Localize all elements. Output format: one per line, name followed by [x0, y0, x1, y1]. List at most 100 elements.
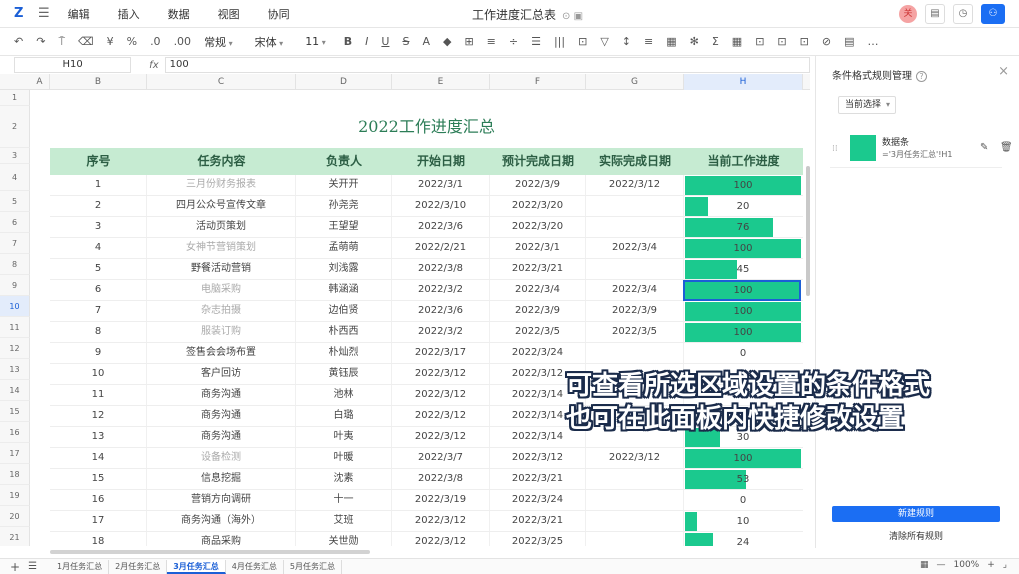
cell-start[interactable]: 2022/3/8 — [392, 469, 490, 489]
cell-owner[interactable]: 白璐 — [296, 406, 392, 426]
cell-start[interactable]: 2022/3/12 — [392, 532, 490, 546]
cell-task[interactable]: 商品采购 — [147, 532, 296, 546]
cell-progress[interactable]: 76 — [685, 218, 801, 237]
cell-owner[interactable]: 艾班 — [296, 511, 392, 531]
sheet-list-icon[interactable]: ☰ — [28, 561, 37, 572]
cell-owner[interactable]: 关开开 — [296, 175, 392, 195]
cell-start[interactable]: 2022/3/7 — [392, 448, 490, 468]
cell-task[interactable]: 签售会会场布置 — [147, 343, 296, 363]
cell-no[interactable]: 12 — [50, 406, 147, 426]
underline-button[interactable]: U — [381, 35, 389, 48]
row-header[interactable]: 21 — [0, 527, 30, 546]
zoom-in-icon[interactable]: + — [987, 560, 995, 570]
cell-actual[interactable] — [586, 469, 684, 489]
cell-plan[interactable]: 2022/3/4 — [490, 280, 586, 300]
cell-no[interactable]: 17 — [50, 511, 147, 531]
cell-progress[interactable]: 100 — [685, 302, 801, 321]
cell-task[interactable]: 商务沟通 — [147, 406, 296, 426]
clear-all-rules-button[interactable]: 清除所有规则 — [832, 529, 1000, 542]
column-header[interactable]: H — [684, 74, 803, 90]
edit-icon[interactable]: ✎ — [980, 142, 988, 153]
sheet-tab[interactable]: 2月任务汇总 — [109, 559, 168, 574]
cell-start[interactable]: 2022/3/12 — [392, 427, 490, 447]
conditional-format-icon[interactable]: ≡ — [644, 35, 653, 48]
column-title-cell[interactable]: 开始日期 — [392, 148, 490, 175]
font-color-button[interactable]: A — [422, 35, 430, 48]
cell-progress[interactable]: 0 — [685, 344, 801, 363]
cell-progress[interactable]: 100 — [685, 449, 801, 468]
menu-data[interactable]: 数据 — [168, 6, 190, 22]
cell-plan[interactable]: 2022/3/12 — [490, 448, 586, 468]
sum-icon[interactable]: Σ — [712, 35, 719, 48]
cell-no[interactable]: 14 — [50, 448, 147, 468]
row-header[interactable]: 12 — [0, 338, 30, 359]
sheet-title-cell[interactable]: 2022工作进度汇总 — [50, 106, 803, 148]
cell-owner[interactable]: 叶夷 — [296, 427, 392, 447]
cell-task[interactable]: 女神节营销策划 — [147, 238, 296, 258]
cell-progress[interactable]: 100 — [685, 239, 801, 258]
percent-button[interactable]: % — [127, 35, 137, 48]
cell-no[interactable]: 10 — [50, 364, 147, 384]
row-header[interactable]: 9 — [0, 275, 30, 296]
freeze-icon[interactable]: ||| — [554, 35, 565, 48]
cell-plan[interactable]: 2022/3/9 — [490, 301, 586, 321]
vertical-scrollbar[interactable] — [806, 166, 810, 296]
align-vertical-icon[interactable]: ÷ — [509, 35, 518, 48]
cell-actual[interactable]: 2022/3/12 — [586, 448, 684, 468]
fit-icon[interactable]: ⌟ — [1003, 560, 1007, 570]
cell-start[interactable]: 2022/3/6 — [392, 301, 490, 321]
cell-actual[interactable] — [586, 343, 684, 363]
cell-task[interactable]: 商务沟通 — [147, 427, 296, 447]
column-title-cell[interactable]: 负责人 — [296, 148, 392, 175]
column-header[interactable]: B — [50, 74, 147, 90]
cell-plan[interactable]: 2022/3/20 — [490, 196, 586, 216]
cell-no[interactable]: 16 — [50, 490, 147, 510]
decrease-decimal-button[interactable]: .0 — [150, 35, 161, 48]
cell-start[interactable]: 2022/3/12 — [392, 511, 490, 531]
cell-task[interactable]: 三月份财务报表 — [147, 175, 296, 195]
row-header[interactable]: 6 — [0, 212, 30, 233]
cell-owner[interactable]: 叶暖 — [296, 448, 392, 468]
cell-task[interactable]: 四月公众号宣传文章 — [147, 196, 296, 216]
row-header[interactable]: 16 — [0, 422, 30, 443]
number-format-select[interactable]: 常规 — [204, 34, 233, 50]
cell-progress[interactable]: 100 — [685, 176, 801, 195]
cell-actual[interactable]: 2022/3/9 — [586, 301, 684, 321]
row-header[interactable]: 17 — [0, 443, 30, 464]
undo-icon[interactable]: ↶ — [14, 35, 23, 48]
cell-start[interactable]: 2022/3/17 — [392, 343, 490, 363]
menu-view[interactable]: 视图 — [218, 6, 240, 22]
row-header[interactable]: 18 — [0, 464, 30, 485]
cell-start[interactable]: 2022/3/2 — [392, 322, 490, 342]
scope-select[interactable]: 当前选择 — [838, 96, 896, 114]
rule-item[interactable]: ⁞⁞ 数据条 ='3月任务汇总'!H1 ✎ 🗑 — [830, 130, 1013, 168]
app-logo[interactable]: Z — [14, 6, 28, 21]
menu-collab[interactable]: 协同 — [268, 6, 290, 22]
cell-start[interactable]: 2022/3/8 — [392, 259, 490, 279]
cell-actual[interactable] — [586, 532, 684, 546]
clear-format-icon[interactable]: ⌫ — [78, 35, 94, 48]
cell-actual[interactable]: 2022/3/12 — [586, 175, 684, 195]
currency-button[interactable]: ¥ — [107, 35, 114, 48]
column-title-cell[interactable]: 任务内容 — [147, 148, 296, 175]
cell-no[interactable]: 4 — [50, 238, 147, 258]
cell-task[interactable]: 服装订购 — [147, 322, 296, 342]
cell-task[interactable]: 营销方向调研 — [147, 490, 296, 510]
cell-task[interactable]: 设备检测 — [147, 448, 296, 468]
cell-actual[interactable] — [586, 217, 684, 237]
cell-plan[interactable]: 2022/3/21 — [490, 511, 586, 531]
font-size-select[interactable]: 11 — [305, 35, 326, 48]
fill-color-icon[interactable]: ◆ — [443, 35, 451, 48]
cell-start[interactable]: 2022/3/6 — [392, 217, 490, 237]
cell-plan[interactable]: 2022/3/24 — [490, 343, 586, 363]
cell-actual[interactable] — [586, 490, 684, 510]
italic-button[interactable]: I — [365, 35, 368, 48]
cell-progress[interactable]: 45 — [685, 260, 801, 279]
cell-actual[interactable]: 2022/3/5 — [586, 322, 684, 342]
cell-progress[interactable]: 53 — [685, 470, 801, 489]
cell-plan[interactable]: 2022/3/9 — [490, 175, 586, 195]
row-header[interactable]: 19 — [0, 485, 30, 506]
cell-plan[interactable]: 2022/3/21 — [490, 469, 586, 489]
share-icon[interactable]: ⚇ — [981, 4, 1005, 24]
cell-start[interactable]: 2022/3/1 — [392, 175, 490, 195]
